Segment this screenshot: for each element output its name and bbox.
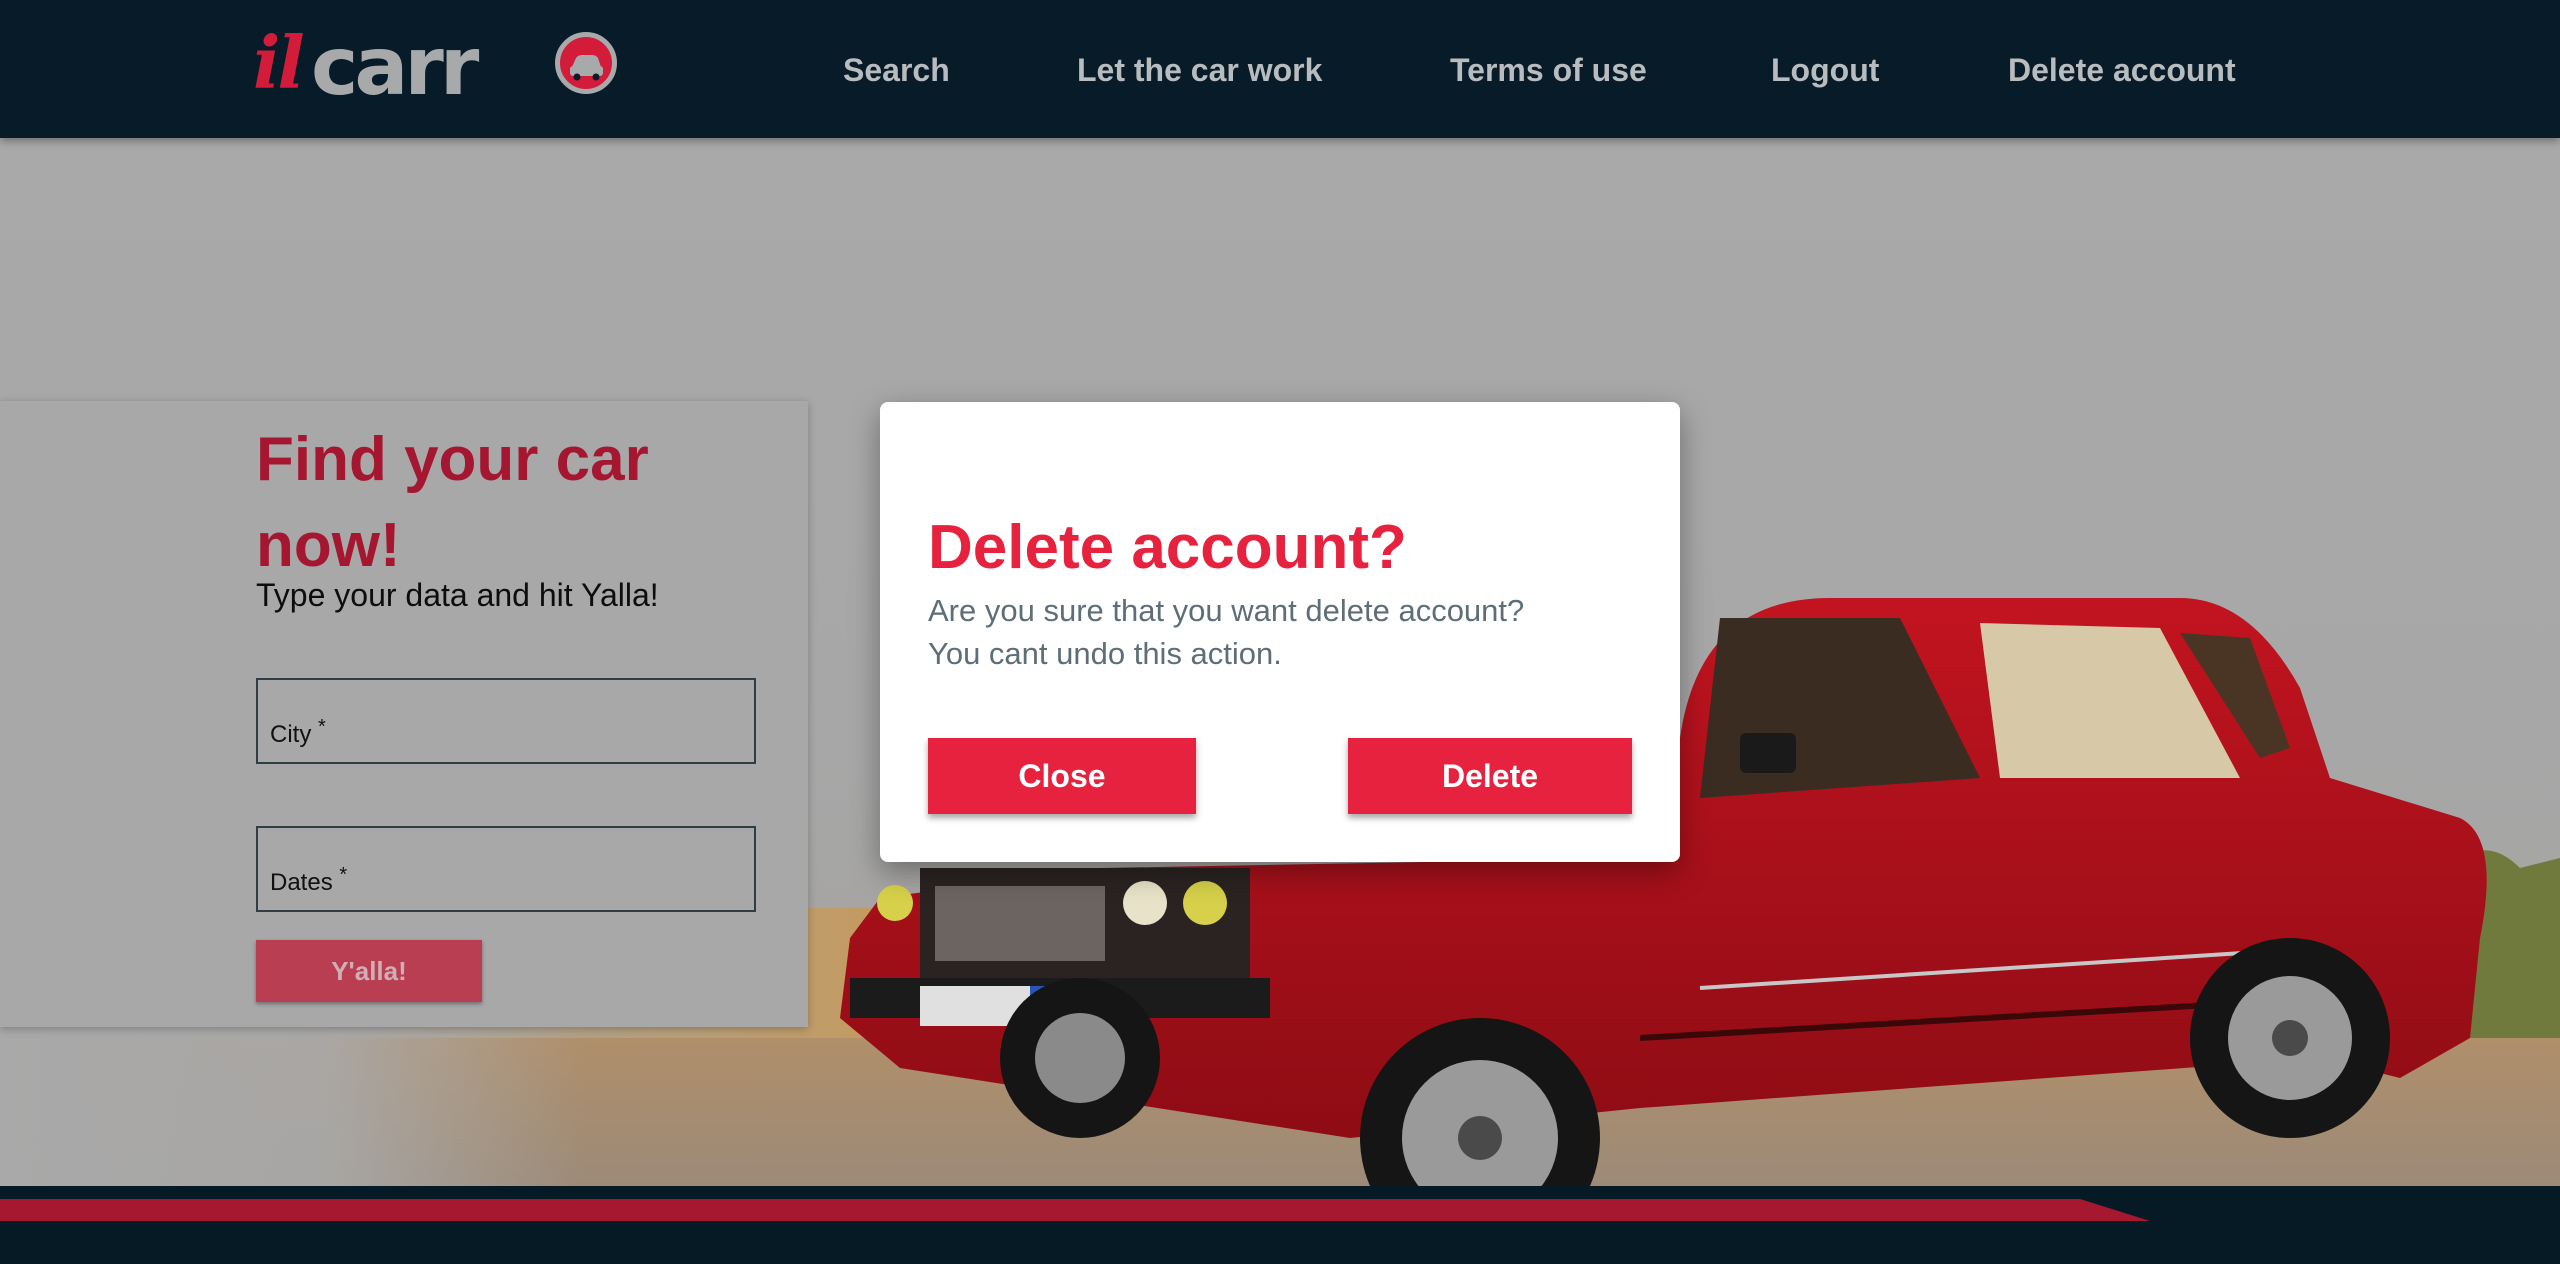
close-button[interactable]: Close xyxy=(928,738,1196,814)
footer-red-stripe xyxy=(0,1199,2150,1221)
nav-let-the-car-work-link[interactable]: Let the car work xyxy=(1077,52,1322,89)
nav-logout-link[interactable]: Logout xyxy=(1771,52,1879,89)
top-navbar: il carr Search Let the car work Terms of… xyxy=(0,0,2560,138)
dialog-message: Are you sure that you want delete accoun… xyxy=(928,589,1648,675)
delete-button[interactable]: Delete xyxy=(1348,738,1632,814)
footer xyxy=(0,1186,2560,1264)
nav-search-link[interactable]: Search xyxy=(843,52,950,89)
dialog-message-line-1: Are you sure that you want delete accoun… xyxy=(928,593,1525,628)
nav-delete-account-link[interactable]: Delete account xyxy=(2008,52,2236,89)
delete-account-dialog: Delete account? Are you sure that you wa… xyxy=(880,402,1680,862)
dialog-message-line-2: You cant undo this action. xyxy=(928,636,1282,671)
nav-terms-of-use-link[interactable]: Terms of use xyxy=(1450,52,1647,89)
dialog-title: Delete account? xyxy=(928,513,1407,582)
main-nav: Search Let the car work Terms of use Log… xyxy=(0,0,2560,138)
